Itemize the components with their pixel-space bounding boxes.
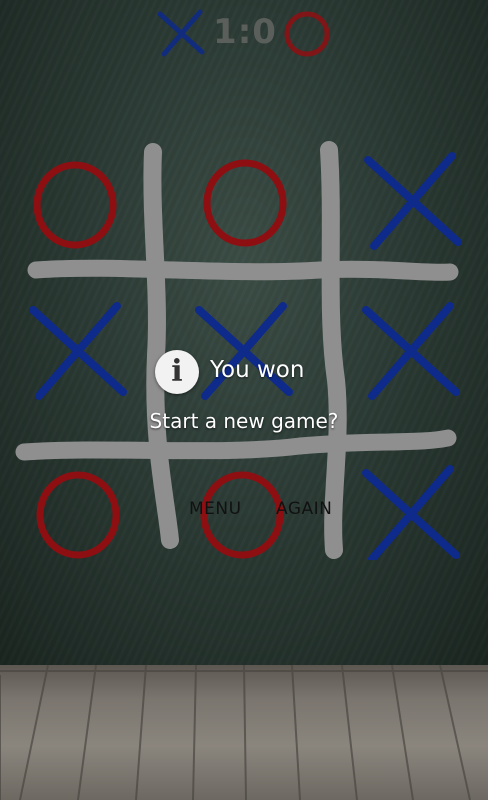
menu-button[interactable]: MENU [189, 499, 242, 519]
again-button[interactable]: AGAIN [276, 499, 332, 519]
dialog-title: You won [210, 357, 305, 383]
game-over-dialog: i You won Start a new game? MENU AGAIN [0, 0, 488, 800]
dialog-message: Start a new game? [149, 409, 339, 433]
info-icon: i [155, 350, 199, 394]
info-icon-glyph: i [171, 354, 183, 389]
